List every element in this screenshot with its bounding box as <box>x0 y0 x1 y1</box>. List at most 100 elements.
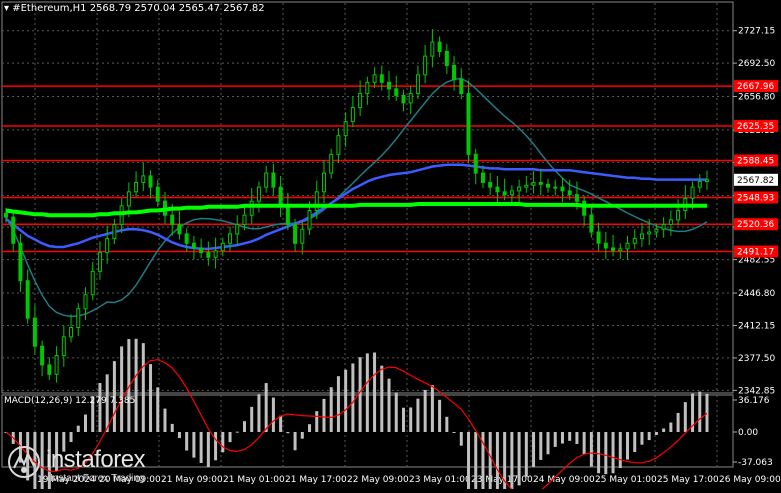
time-tick-label: 21 May 01:00 <box>223 475 285 485</box>
level-label: 2667.96 <box>737 82 774 92</box>
time-tick-label: 25 May 01:00 <box>595 475 657 485</box>
price-tick-label: 2446.80 <box>738 289 775 299</box>
macd-bar <box>300 432 304 439</box>
candle-body <box>415 74 420 95</box>
macd-bar <box>474 432 478 493</box>
candle-body <box>300 228 305 244</box>
macd-bar <box>524 432 528 478</box>
macd-bar <box>264 383 268 432</box>
candle-body <box>97 252 102 272</box>
logo-text: instaforex <box>46 446 146 473</box>
candle-body <box>574 194 579 202</box>
candle-body <box>329 153 334 174</box>
candle-body <box>480 172 485 183</box>
macd-bar <box>626 432 630 460</box>
chart-canvas[interactable]: 19 May 2024 20 May 09:00 21 May 09:00 21 Ma… <box>0 0 781 493</box>
macd-bar <box>271 397 275 432</box>
candle-body <box>502 191 507 196</box>
macd-bar <box>618 432 622 469</box>
macd-bar <box>199 432 203 463</box>
candle-body <box>40 345 45 366</box>
macd-bar <box>539 432 543 460</box>
current-price-label: 2567.82 <box>737 176 774 186</box>
macd-bar <box>163 408 167 432</box>
macd-bar <box>380 365 384 432</box>
macd-bar <box>394 392 398 432</box>
macd-bar <box>488 432 492 493</box>
price-chart[interactable]: 19 May 2024 20 May 09:00 21 May 09:00 21 Ma… <box>0 0 781 493</box>
candle-body <box>191 242 196 249</box>
candle-body <box>661 224 666 230</box>
candle-body <box>206 252 211 258</box>
macd-header: MACD(12,26,9) 12.279 7.385 <box>4 396 136 406</box>
candle-body <box>321 172 326 193</box>
candle-body <box>90 270 95 296</box>
macd-bar <box>206 432 210 467</box>
macd-bar <box>98 383 102 432</box>
candle-body <box>444 50 449 66</box>
macd-bar <box>235 431 239 433</box>
candle-body <box>170 214 175 226</box>
candle-body <box>61 336 66 357</box>
macd-tick-label: 0.00 <box>738 428 758 438</box>
logo-tagline: Instant Forex Trading <box>50 473 145 484</box>
macd-bar <box>582 432 586 455</box>
macd-bar <box>705 393 709 432</box>
candle-body <box>488 181 493 188</box>
candle-body <box>668 219 673 226</box>
candle-body <box>495 186 500 193</box>
time-tick-label: 25 May 17:00 <box>657 475 719 485</box>
candle-body <box>249 200 254 216</box>
price-tick-label: 2377.50 <box>738 354 775 364</box>
candle-body <box>654 228 659 233</box>
dropdown-arrow-icon[interactable]: ▾ <box>4 3 9 14</box>
macd-bar <box>423 389 427 432</box>
macd-bar <box>228 432 232 443</box>
candle-body <box>408 93 413 104</box>
candle-body <box>184 233 189 244</box>
candle-body <box>358 93 363 109</box>
macd-tick-label: 36.176 <box>738 396 770 406</box>
ohlc-values: 2568.79 2570.04 2565.47 2567.82 <box>89 3 265 14</box>
macd-bar <box>156 387 160 432</box>
macd-bar <box>336 376 340 432</box>
macd-bar <box>76 425 80 432</box>
candle-body <box>213 250 218 258</box>
macd-bar <box>676 413 680 432</box>
candle-body <box>18 242 23 282</box>
candle-body <box>307 210 312 230</box>
candle-body <box>423 55 428 76</box>
candle-body <box>47 364 52 375</box>
candle-body <box>379 74 384 83</box>
macd-bar <box>438 399 442 432</box>
candle-body <box>256 186 261 202</box>
candle-body <box>603 242 608 249</box>
candle-body <box>524 184 529 188</box>
time-tick-label: 23 May 01:00 <box>409 475 471 485</box>
macd-bar <box>698 391 702 432</box>
candle-body <box>112 224 117 240</box>
candle-body <box>177 224 182 235</box>
instaforex-logo: instaforex Instant Forex Trading <box>6 444 186 486</box>
candle-body <box>76 308 81 328</box>
candle-body <box>105 238 110 254</box>
candle-body <box>365 81 370 95</box>
macd-bar <box>286 432 290 434</box>
time-tick-label: 21 May 17:00 <box>285 475 347 485</box>
candle-body <box>611 247 616 252</box>
candle-body <box>141 175 146 183</box>
candle-body <box>264 172 269 188</box>
candle-body <box>235 224 240 235</box>
macd-bar <box>257 394 261 432</box>
candle-body <box>293 224 298 244</box>
candle-body <box>538 181 543 185</box>
macd-bar <box>495 432 499 493</box>
macd-bar <box>322 398 326 432</box>
candle-body <box>220 242 225 252</box>
candle-body <box>618 248 623 252</box>
macd-bar <box>654 432 658 436</box>
macd-bar <box>510 432 514 493</box>
candle-body <box>343 121 348 137</box>
candle-body <box>567 190 572 196</box>
macd-bar <box>170 423 174 432</box>
